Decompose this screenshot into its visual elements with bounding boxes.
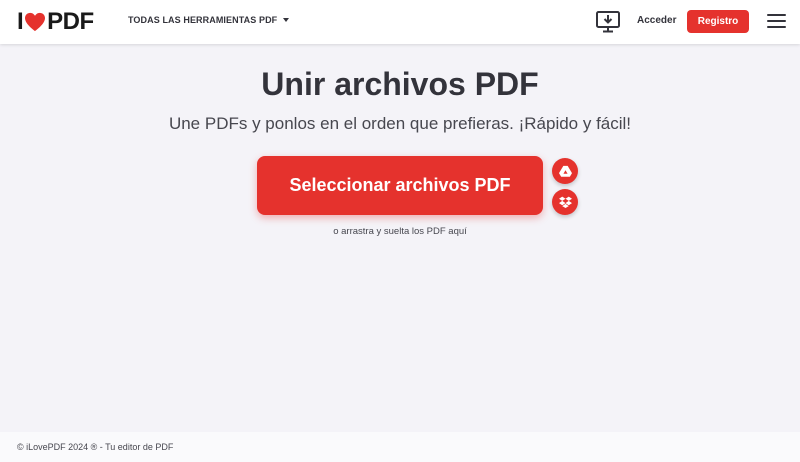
footer-copyright: © iLovePDF 2024 ® - Tu editor de PDF (17, 442, 174, 452)
register-button[interactable]: Registro (687, 10, 749, 33)
menu-bar (767, 14, 786, 16)
google-drive-button[interactable] (552, 158, 578, 184)
login-link[interactable]: Acceder (637, 15, 676, 26)
all-tools-label: TODAS LAS HERRAMIENTAS PDF (128, 15, 278, 25)
dropbox-icon (558, 196, 572, 208)
hamburger-menu-icon[interactable] (767, 14, 786, 30)
drag-drop-hint: o arrastra y suelta los PDF aquí (333, 226, 467, 237)
logo-letter-i: I (17, 8, 24, 35)
desktop-download-icon[interactable] (595, 11, 621, 33)
footer: © iLovePDF 2024 ® - Tu editor de PDF (0, 432, 800, 462)
page-subtitle: Une PDFs y ponlos en el orden que prefie… (168, 114, 632, 133)
select-pdf-files-button[interactable]: Seleccionar archivos PDF (257, 156, 543, 215)
top-header: I PDF TODAS LAS HERRAMIENTAS PDF Acceder… (0, 0, 800, 44)
menu-bar (767, 20, 786, 22)
all-tools-dropdown[interactable]: TODAS LAS HERRAMIENTAS PDF (128, 15, 290, 25)
page-title: Unir archivos PDF (261, 66, 539, 102)
dropbox-button[interactable] (552, 189, 578, 215)
caret-down-icon (283, 18, 290, 22)
logo-letters-pdf: PDF (47, 8, 94, 35)
ilovepdf-logo[interactable]: I PDF (17, 8, 94, 36)
google-drive-icon (558, 165, 572, 177)
menu-bar (767, 26, 786, 28)
heart-icon (25, 12, 46, 32)
